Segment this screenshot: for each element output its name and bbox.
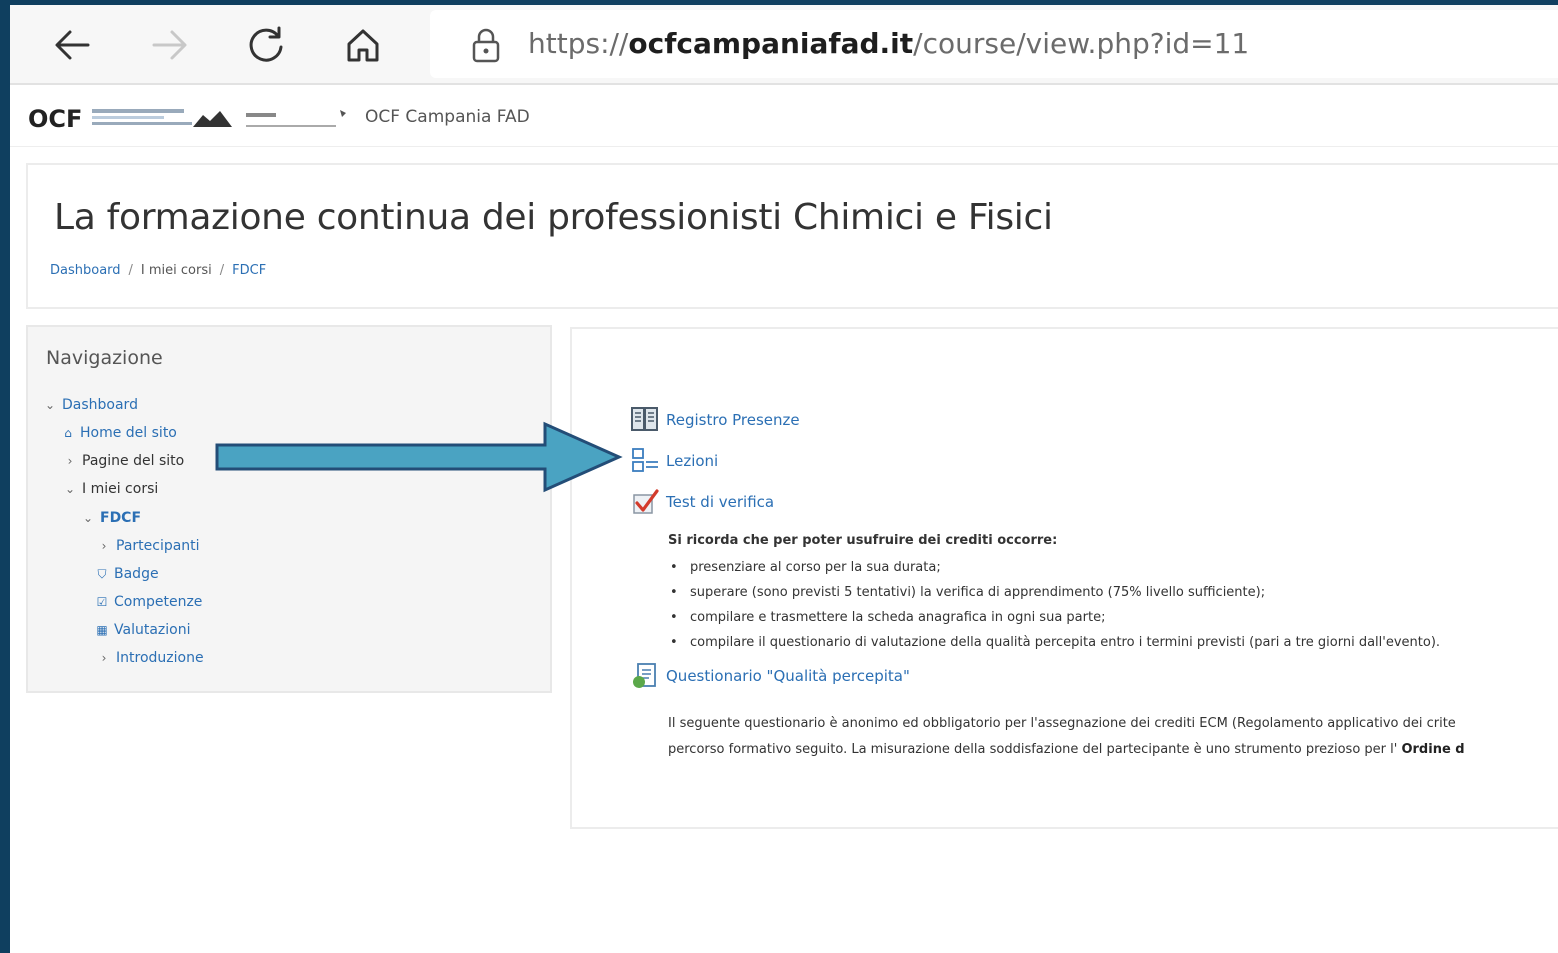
questionnaire-desc-line2: percorso formativo seguito. La misurazio… (668, 737, 1558, 763)
arrow-right-icon (152, 30, 187, 60)
notice-item: superare (sono previsti 5 tentativi) la … (668, 580, 1558, 605)
activity-attendance-link[interactable]: Registro Presenze (666, 411, 800, 429)
url-domain: ocfcampaniafad.it (628, 27, 914, 60)
activity-quiz[interactable]: Test di verifica (630, 487, 774, 517)
breadcrumb-my-courses[interactable]: I miei corsi (141, 263, 212, 278)
address-bar[interactable]: https://ocfcampaniafad.it/course/view.ph… (430, 10, 1558, 78)
nav-item-grades[interactable]: ▦ Valutazioni (94, 622, 190, 638)
nav-item-my-courses[interactable]: ⌄ I miei corsi (62, 481, 158, 497)
nav-item-label: Valutazioni (114, 622, 191, 638)
questionnaire-desc-text: percorso formativo seguito. La misurazio… (668, 742, 1398, 757)
url-path: /course/view.php?id=11 (913, 27, 1250, 60)
nav-item-label: Badge (114, 566, 159, 582)
nav-item-badge[interactable]: ⛉ Badge (94, 566, 159, 582)
site-logo[interactable]: OCF (28, 105, 358, 131)
browser-toolbar: https://ocfcampaniafad.it/course/view.ph… (10, 5, 1558, 85)
chevron-right-icon[interactable]: › (96, 651, 112, 665)
questionnaire-desc-bold: Ordine d (1401, 742, 1465, 757)
breadcrumb: Dashboard / I miei corsi / FDCF (50, 263, 266, 278)
back-button[interactable] (46, 19, 98, 71)
home-icon (347, 29, 379, 62)
forward-button[interactable] (144, 19, 196, 71)
credits-notice: Si ricorda che per poter usufruire dei c… (668, 533, 1558, 655)
arrow-left-icon (55, 30, 90, 60)
questionnaire-description: Il seguente questionario è anonimo ed ob… (668, 711, 1558, 763)
activity-attendance[interactable]: Registro Presenze (630, 405, 800, 435)
nav-item-fdcf[interactable]: ⌄ FDCF (80, 510, 141, 526)
screen: https://ocfcampaniafad.it/course/view.ph… (10, 5, 1558, 953)
home-button[interactable] (337, 19, 389, 71)
chevron-down-icon[interactable]: ⌄ (62, 482, 78, 496)
navigation-title: Navigazione (46, 347, 163, 369)
navigation-block: Navigazione ⌄ Dashboard ⌂ Home del sito › P… (26, 325, 552, 693)
nav-item-participants[interactable]: › Partecipanti (96, 538, 200, 554)
nav-item-label: FDCF (100, 510, 142, 526)
breadcrumb-separator: / (128, 263, 133, 278)
chevron-down-icon[interactable]: ⌄ (42, 398, 58, 412)
site-header: OCF OCF Campania FAD (10, 87, 1558, 147)
breadcrumb-dashboard[interactable]: Dashboard (50, 263, 121, 278)
logo-text: OCF (28, 105, 82, 131)
page-header: La formazione continua dei professionist… (26, 163, 1558, 309)
chevron-down-icon[interactable]: ⌄ (80, 511, 96, 525)
nav-item-competencies[interactable]: ☑ Competenze (94, 594, 203, 610)
activity-questionnaire-link[interactable]: Questionario "Qualità percepita" (666, 667, 910, 685)
home-icon: ⌂ (64, 426, 72, 440)
nav-item-dashboard[interactable]: ⌄ Dashboard (42, 397, 138, 413)
nav-item-label: Introduzione (116, 650, 204, 666)
notice-heading: Si ricorda che per poter usufruire dei c… (668, 533, 1058, 548)
questionnaire-icon (633, 663, 656, 688)
site-name[interactable]: OCF Campania FAD (365, 107, 530, 127)
nav-item-home[interactable]: ⌂ Home del sito (60, 425, 177, 441)
nav-item-label: Pagine del sito (82, 453, 185, 469)
nav-item-label: Dashboard (62, 397, 138, 413)
nav-item-site-pages[interactable]: › Pagine del sito (62, 453, 185, 469)
notice-item: compilare e trasmettere la scheda anagra… (668, 605, 1558, 630)
refresh-button[interactable] (240, 19, 292, 71)
activity-lessons-link[interactable]: Lezioni (666, 452, 718, 470)
page-title: La formazione continua dei professionist… (54, 197, 1053, 238)
activity-questionnaire[interactable]: Questionario "Qualità percepita" (630, 661, 910, 691)
nav-item-label: Partecipanti (116, 538, 200, 554)
notice-list: presenziare al corso per la sua durata; … (668, 555, 1558, 655)
checkbox-icon: ☑ (96, 595, 108, 609)
shield-icon: ⛉ (97, 566, 107, 581)
lesson-icon (632, 448, 658, 472)
breadcrumb-separator: / (219, 263, 225, 278)
nav-item-label: Home del sito (80, 425, 177, 441)
table-icon: ▦ (96, 623, 108, 637)
course-content: Registro Presenze Lezioni Test di verifi… (570, 327, 1558, 829)
nav-item-label: Competenze (114, 594, 203, 610)
chevron-right-icon[interactable]: › (96, 539, 112, 553)
notice-item: presenziare al corso per la sua durata; (668, 555, 1558, 580)
url-prefix: https:// (528, 27, 629, 60)
nav-item-introduction[interactable]: › Introduzione (96, 650, 204, 666)
notice-item: compilare il questionario di valutazione… (668, 630, 1558, 655)
chevron-right-icon[interactable]: › (62, 454, 78, 468)
attendance-book-icon (631, 407, 658, 431)
lock-icon (472, 28, 500, 63)
nav-item-label: I miei corsi (82, 481, 159, 497)
activity-quiz-link[interactable]: Test di verifica (666, 493, 774, 511)
url-text[interactable]: https://ocfcampaniafad.it/course/view.ph… (528, 27, 1249, 60)
breadcrumb-course[interactable]: FDCF (232, 263, 266, 278)
questionnaire-desc-line1: Il seguente questionario è anonimo ed ob… (668, 716, 1456, 731)
quiz-check-icon (633, 489, 659, 514)
refresh-icon (249, 26, 283, 62)
annotation-arrow (215, 421, 623, 493)
activity-lessons[interactable]: Lezioni (630, 446, 718, 476)
